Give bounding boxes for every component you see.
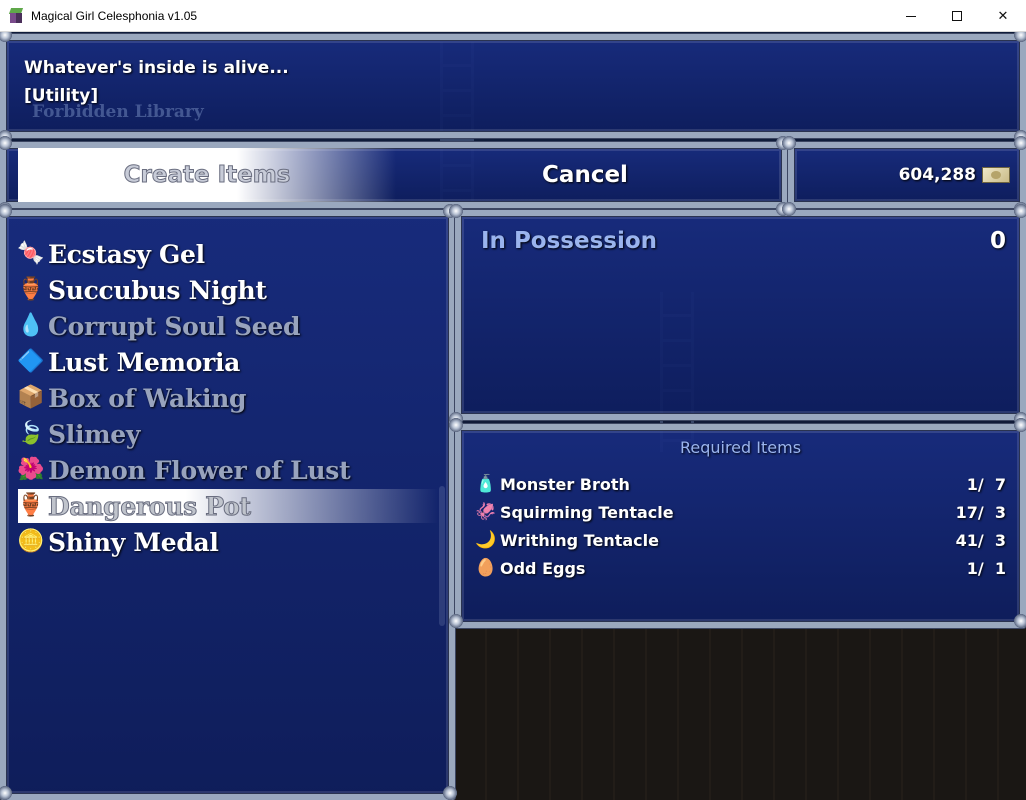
required-items-window: Required Items 🧴 Monster Broth 1/ 7 🦑 Sq… bbox=[455, 424, 1026, 628]
required-item-label: Writhing Tentacle bbox=[500, 530, 659, 550]
possession-value: 0 bbox=[989, 228, 1006, 254]
corner-gem bbox=[782, 136, 796, 150]
item-label: Succubus Night bbox=[48, 275, 267, 305]
item-label: Ecstasy Gel bbox=[48, 239, 205, 269]
help-text-line2: [Utility] bbox=[24, 86, 99, 106]
possession-label: In Possession bbox=[481, 228, 658, 254]
gold-amount: 604,288 bbox=[898, 165, 976, 185]
box-icon: 📦 bbox=[17, 385, 45, 410]
bottle-icon: 🧴 bbox=[475, 473, 497, 494]
seed-icon: 💧 bbox=[17, 313, 45, 338]
money-icon bbox=[982, 167, 1010, 183]
window-title: Magical Girl Celesphonia v1.05 bbox=[31, 8, 198, 23]
help-text-line1: Whatever's inside is alive... bbox=[24, 58, 289, 78]
item-label: Dangerous Pot bbox=[48, 491, 252, 521]
minimize-button[interactable] bbox=[888, 0, 934, 32]
hook-tentacle-icon: 🌙 bbox=[475, 529, 497, 550]
corner-gem bbox=[449, 204, 463, 218]
maximize-button[interactable] bbox=[934, 0, 980, 32]
gel-icon: 🍬 bbox=[17, 241, 45, 266]
game-screen: Forbidden Library Whatever's inside is a… bbox=[0, 32, 1026, 800]
required-item-count: 41/ 3 bbox=[955, 530, 1006, 550]
potion-icon: 🏺 bbox=[17, 277, 45, 302]
create-items-command[interactable]: Create Items bbox=[18, 148, 396, 202]
required-item-odd-eggs: 🥚 Odd Eggs 1/ 1 bbox=[475, 554, 1006, 582]
command-window: Create Items Cancel bbox=[0, 142, 788, 208]
corner-gem bbox=[449, 614, 463, 628]
item-list-window: 🍬 Ecstasy Gel 🏺 Succubus Night 💧 Corrupt… bbox=[0, 210, 455, 800]
required-item-monster-broth: 🧴 Monster Broth 1/ 7 bbox=[475, 470, 1006, 498]
close-button[interactable]: ✕ bbox=[980, 0, 1026, 32]
app-cube-icon bbox=[8, 7, 24, 24]
item-row-demon-flower-of-lust[interactable]: 🌺 Demon Flower of Lust bbox=[17, 453, 438, 487]
close-icon: ✕ bbox=[997, 8, 1009, 24]
required-items-header: Required Items bbox=[679, 438, 802, 457]
tentacle-icon: 🦑 bbox=[475, 501, 497, 522]
item-label: Shiny Medal bbox=[48, 527, 219, 557]
corner-gem bbox=[1014, 136, 1026, 150]
help-window: Forbidden Library Whatever's inside is a… bbox=[0, 34, 1026, 138]
corner-gem bbox=[0, 136, 12, 150]
corner-gem bbox=[1014, 418, 1026, 432]
corner-gem bbox=[0, 786, 12, 800]
gold-display: 604,288 bbox=[899, 148, 1010, 202]
item-row-dangerous-pot[interactable]: 🏺 Dangerous Pot bbox=[17, 489, 438, 523]
item-label: Demon Flower of Lust bbox=[48, 455, 351, 485]
flower-icon: 🌺 bbox=[17, 457, 45, 482]
corner-gem bbox=[449, 418, 463, 432]
item-row-corrupt-soul-seed[interactable]: 💧 Corrupt Soul Seed bbox=[17, 309, 438, 343]
item-label: Lust Memoria bbox=[48, 347, 241, 377]
pot-icon: 🏺 bbox=[17, 493, 45, 518]
item-row-box-of-waking[interactable]: 📦 Box of Waking bbox=[17, 381, 438, 415]
required-item-count: 1/ 7 bbox=[966, 474, 1006, 494]
required-item-label: Monster Broth bbox=[500, 474, 630, 494]
maximize-icon bbox=[952, 11, 962, 21]
required-item-label: Odd Eggs bbox=[500, 558, 586, 578]
item-row-ecstasy-gel[interactable]: 🍬 Ecstasy Gel bbox=[17, 237, 438, 271]
corner-gem bbox=[1014, 32, 1026, 42]
item-list-scrollbar[interactable] bbox=[439, 486, 445, 626]
item-label: Slimey bbox=[48, 419, 141, 449]
bg-floor bbox=[455, 625, 1026, 800]
corner-gem bbox=[0, 204, 12, 218]
corner-gem bbox=[782, 202, 796, 216]
item-label: Corrupt Soul Seed bbox=[48, 311, 301, 341]
gold-window: 604,288 bbox=[788, 142, 1026, 208]
item-row-shiny-medal[interactable]: 🪙 Shiny Medal bbox=[17, 525, 438, 559]
crystal-icon: 🔷 bbox=[17, 349, 45, 374]
item-row-lust-memoria[interactable]: 🔷 Lust Memoria bbox=[17, 345, 438, 379]
corner-gem bbox=[1014, 614, 1026, 628]
window-titlebar[interactable]: Magical Girl Celesphonia v1.05 ✕ bbox=[0, 0, 1026, 32]
minimize-icon bbox=[906, 15, 916, 17]
required-item-count: 17/ 3 bbox=[955, 502, 1006, 522]
possession-window: In Possession 0 bbox=[455, 210, 1026, 420]
item-label: Box of Waking bbox=[48, 383, 247, 413]
item-row-succubus-night[interactable]: 🏺 Succubus Night bbox=[17, 273, 438, 307]
required-item-count: 1/ 1 bbox=[966, 558, 1006, 578]
cancel-command[interactable]: Cancel bbox=[396, 148, 774, 202]
slime-icon: 🍃 bbox=[17, 421, 45, 446]
eggs-icon: 🥚 bbox=[475, 557, 497, 578]
corner-gem bbox=[0, 32, 12, 42]
item-row-slimey[interactable]: 🍃 Slimey bbox=[17, 417, 438, 451]
required-item-label: Squirming Tentacle bbox=[500, 502, 674, 522]
corner-gem bbox=[443, 786, 457, 800]
medal-icon: 🪙 bbox=[17, 529, 45, 554]
required-item-writhing-tentacle: 🌙 Writhing Tentacle 41/ 3 bbox=[475, 526, 1006, 554]
required-item-squirming-tentacle: 🦑 Squirming Tentacle 17/ 3 bbox=[475, 498, 1006, 526]
corner-gem bbox=[1014, 204, 1026, 218]
